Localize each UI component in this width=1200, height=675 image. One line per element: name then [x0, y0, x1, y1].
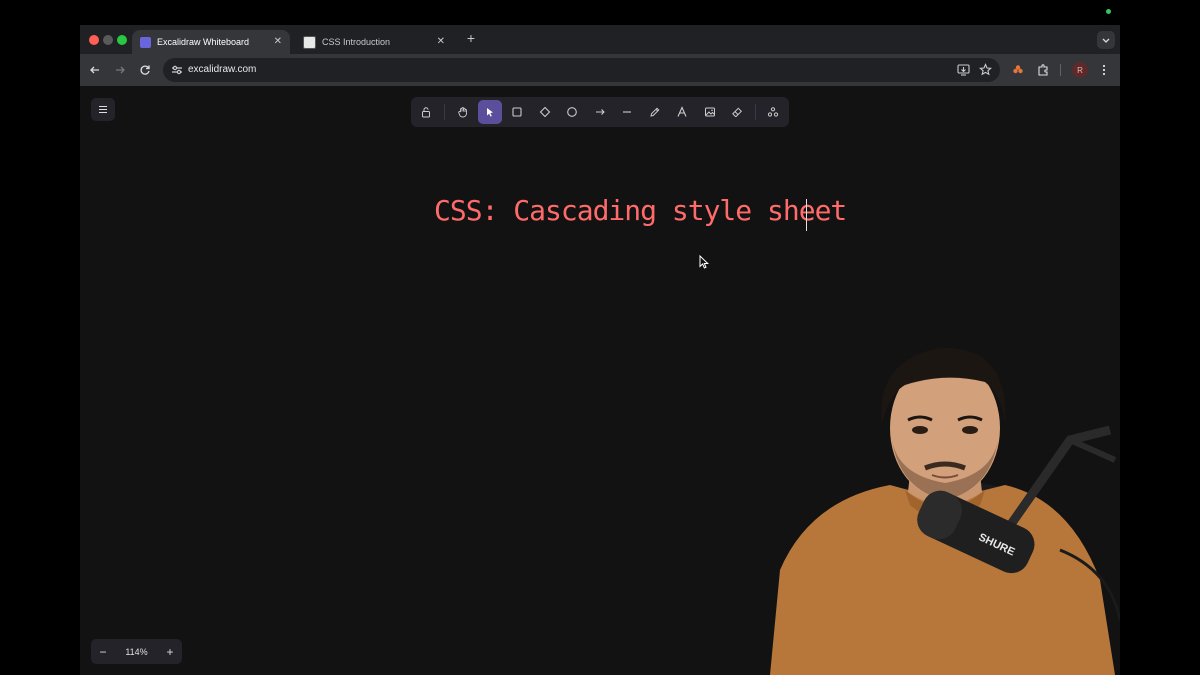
zoom-level[interactable]: 114% [115, 647, 158, 657]
canvas-text[interactable]: CSS: Cascading style sheet [434, 194, 847, 227]
arrow-left-icon [90, 66, 99, 74]
ellipse-tool-button[interactable] [560, 100, 584, 124]
line-tool-button[interactable] [615, 100, 639, 124]
close-tab-icon[interactable]: ✕ [274, 36, 282, 47]
notion-favicon-icon [303, 35, 316, 49]
zoom-in-button[interactable]: + [158, 645, 182, 659]
selection-icon [487, 108, 493, 117]
close-window-button[interactable] [89, 35, 99, 45]
hamburger-icon [99, 105, 107, 114]
back-button[interactable] [87, 62, 103, 78]
reload-icon [140, 65, 150, 75]
tab-css-introduction[interactable]: CSS Introduction ✕ [295, 30, 453, 54]
forward-button[interactable] [112, 62, 128, 78]
webcam-overlay: SHURE [770, 340, 1120, 675]
site-settings-icon[interactable] [171, 64, 183, 76]
line-icon [623, 111, 631, 113]
pencil-icon [650, 107, 660, 117]
profile-avatar[interactable]: R [1072, 62, 1088, 78]
ellipse-icon [567, 107, 577, 117]
shape-toolbar [411, 97, 789, 127]
selection-tool-button[interactable] [478, 100, 502, 124]
arrow-right-icon [116, 66, 125, 74]
chevron-down-icon [1102, 38, 1110, 43]
text-caret [806, 199, 807, 231]
hand-icon [458, 107, 467, 118]
rectangle-icon [512, 107, 522, 117]
rectangle-tool-button[interactable] [505, 100, 529, 124]
pencil-tool-button[interactable] [643, 100, 667, 124]
toolbar-divider [1060, 64, 1061, 76]
browser-menu-button[interactable] [1096, 62, 1112, 78]
puzzle-icon [1038, 64, 1048, 76]
eraser-tool-button[interactable] [725, 100, 749, 124]
image-icon [705, 107, 715, 117]
arrow-tool-button[interactable] [588, 100, 612, 124]
text-icon [677, 106, 687, 117]
maximize-window-button[interactable] [117, 35, 127, 45]
browser-toolbar: excalidraw.com R [80, 54, 1120, 86]
toolbar-separator [444, 104, 445, 120]
presenter-illustration: SHURE [770, 347, 1120, 675]
toolbar-separator [755, 104, 756, 120]
main-menu-button[interactable] [91, 98, 115, 121]
extension-button[interactable] [1010, 62, 1026, 78]
tab-title: Excalidraw Whiteboard [157, 37, 250, 47]
bookmark-star-icon[interactable] [979, 63, 992, 76]
close-tab-icon[interactable]: ✕ [437, 36, 445, 47]
tab-search-button[interactable] [1097, 31, 1115, 49]
text-tool-button[interactable] [670, 100, 694, 124]
tab-excalidraw[interactable]: Excalidraw Whiteboard ✕ [132, 30, 290, 54]
install-app-icon[interactable] [957, 64, 970, 76]
extension-flower-icon [1013, 65, 1023, 74]
lock-tool-button[interactable] [414, 100, 438, 124]
excalidraw-favicon-icon [140, 36, 151, 48]
zoom-controls: − 114% + [91, 639, 182, 664]
tab-title: CSS Introduction [322, 37, 391, 47]
reload-button[interactable] [137, 62, 153, 78]
address-bar[interactable]: excalidraw.com [163, 58, 1000, 82]
lock-icon [422, 107, 430, 118]
hand-tool-button[interactable] [451, 100, 475, 124]
image-tool-button[interactable] [698, 100, 722, 124]
tab-strip: Excalidraw Whiteboard ✕ CSS Introduction… [80, 25, 1120, 54]
kebab-menu-icon [1102, 64, 1106, 76]
recording-indicator [1106, 9, 1111, 14]
library-icon [767, 107, 779, 117]
arrow-icon [596, 109, 605, 115]
minimize-window-button[interactable] [103, 35, 113, 45]
diamond-tool-button[interactable] [533, 100, 557, 124]
library-tool-button[interactable] [761, 100, 785, 124]
url-text: excalidraw.com [188, 64, 257, 75]
diamond-icon [539, 106, 551, 118]
new-tab-button[interactable]: + [464, 30, 478, 46]
mouse-cursor-icon [699, 255, 709, 269]
extensions-button[interactable] [1035, 62, 1051, 78]
eraser-icon [732, 107, 743, 117]
zoom-out-button[interactable]: − [91, 645, 115, 659]
